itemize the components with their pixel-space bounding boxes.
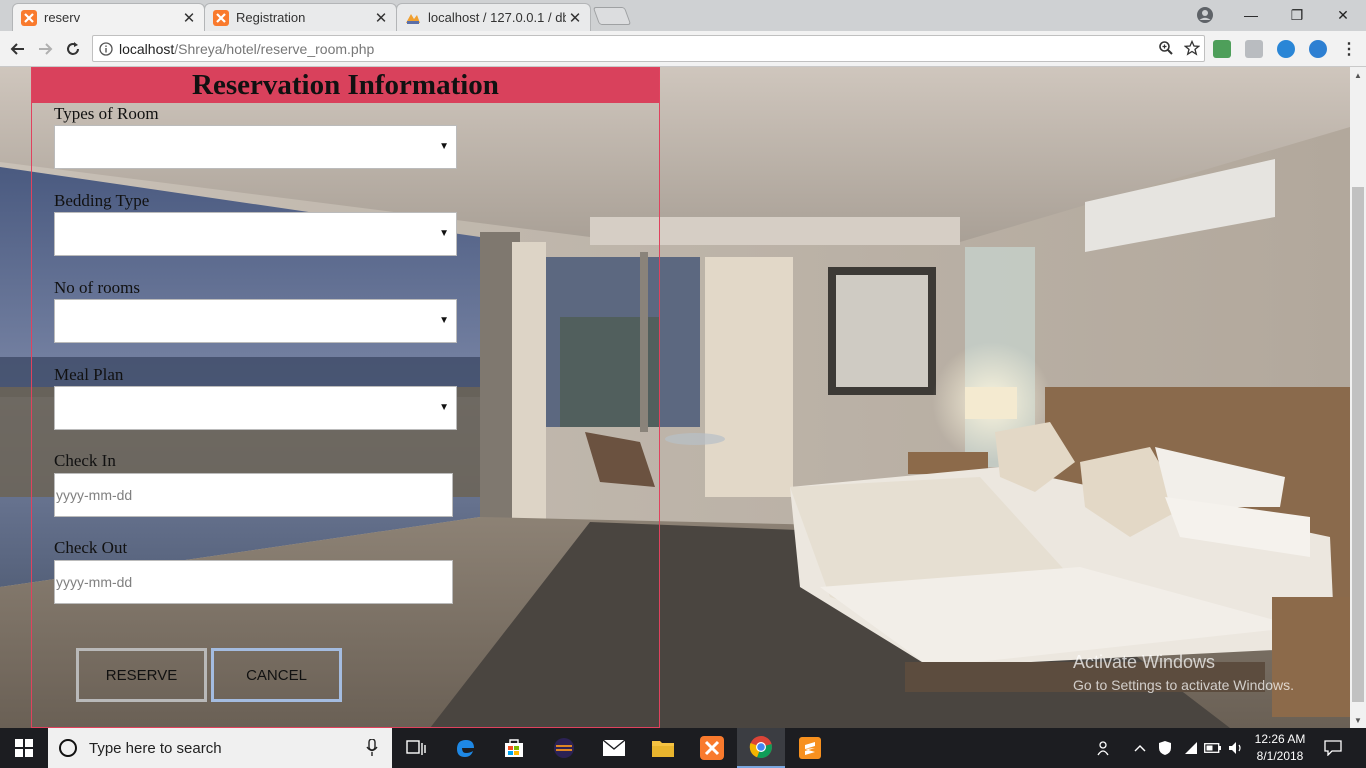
search-extension-icon[interactable] (1245, 40, 1263, 58)
cancel-button[interactable]: CANCEL (211, 648, 342, 702)
profile-icon[interactable] (1196, 6, 1214, 24)
reserve-button[interactable]: RESERVE (76, 648, 207, 702)
forward-button[interactable] (33, 37, 57, 61)
maximize-button[interactable]: ❐ (1274, 0, 1320, 30)
page-title: Reservation Information (32, 68, 659, 103)
room-type-select[interactable]: ▼ (54, 125, 457, 169)
close-window-button[interactable]: ✕ (1320, 0, 1366, 30)
vertical-scrollbar[interactable]: ▲ ▼ (1350, 67, 1366, 728)
dropdown-arrow-icon: ▼ (439, 228, 449, 239)
url-path: /Shreya/hotel/reserve_room.php (174, 40, 375, 57)
cortana-icon (59, 739, 77, 757)
task-view-icon[interactable] (392, 728, 440, 768)
windows-logo-icon (15, 739, 33, 757)
meal-plan-label: Meal Plan (54, 365, 124, 384)
check-in-label: Check In (54, 451, 116, 470)
back-arrow-icon (10, 43, 24, 55)
store-icon[interactable] (490, 728, 538, 768)
number-of-rooms-select[interactable]: ▼ (54, 299, 457, 343)
check-in-input[interactable] (54, 473, 453, 517)
security-shield-icon[interactable] (1155, 728, 1175, 768)
xampp-control-icon[interactable] (688, 728, 736, 768)
zoom-icon[interactable] (1158, 40, 1174, 56)
eclipse-icon[interactable] (540, 728, 588, 768)
dropdown-arrow-icon: ▼ (439, 402, 449, 413)
dropdown-arrow-icon: ▼ (439, 141, 449, 152)
new-tab-button[interactable] (592, 7, 632, 25)
tab-title: reserv (44, 10, 81, 25)
dropdown-arrow-icon: ▼ (439, 315, 449, 326)
address-bar[interactable]: localhost/Shreya/hotel/reserve_room.php (92, 35, 1205, 62)
chevron-up-icon[interactable] (1131, 728, 1149, 768)
tab-title: localhost / 127.0.0.1 / db (428, 10, 566, 25)
tab-registration[interactable]: Registration ✕ (204, 3, 397, 31)
clock-time: 12:26 AM (1254, 732, 1306, 746)
edge-browser-icon[interactable] (441, 728, 489, 768)
scroll-up-icon[interactable]: ▲ (1350, 67, 1366, 83)
forward-arrow-icon (39, 43, 53, 55)
tab-phpmyadmin[interactable]: localhost / 127.0.0.1 / db ✕ (396, 3, 591, 31)
check-out-input[interactable] (54, 560, 453, 604)
browser-toolbar: localhost/Shreya/hotel/reserve_room.php … (0, 31, 1366, 67)
tab-reserv[interactable]: reserv ✕ (12, 3, 205, 31)
number-of-rooms-label: No of rooms (54, 278, 140, 297)
system-clock[interactable]: 12:26 AM 8/1/2018 (1248, 731, 1312, 765)
reservation-form-panel: Reservation Information Types of Room ▼ … (31, 67, 660, 728)
volume-icon[interactable] (1226, 728, 1246, 768)
info-icon[interactable] (93, 41, 119, 56)
phpmyadmin-icon (405, 10, 421, 26)
page-viewport: Reservation Information Types of Room ▼ … (0, 67, 1350, 728)
chrome-icon[interactable] (737, 728, 785, 768)
notifications-icon[interactable] (1318, 728, 1348, 768)
bedding-type-label: Bedding Type (54, 191, 150, 210)
tab-strip: reserv ✕ Registration ✕ localhost / 127.… (0, 0, 1366, 31)
sublime-text-icon[interactable] (786, 728, 834, 768)
url-host: localhost (119, 40, 175, 57)
back-button[interactable] (6, 37, 30, 61)
clock-date: 8/1/2018 (1256, 749, 1304, 763)
meal-plan-select[interactable]: ▼ (54, 386, 457, 430)
tab-close-icon[interactable]: ✕ (180, 9, 198, 27)
bedding-type-select[interactable]: ▼ (54, 212, 457, 256)
minimize-button[interactable]: — (1228, 0, 1274, 30)
mail-icon[interactable] (590, 728, 638, 768)
room-type-label: Types of Room (54, 104, 159, 123)
wifi-icon[interactable] (1180, 728, 1200, 768)
battery-icon[interactable] (1203, 728, 1223, 768)
taskbar-search-box[interactable]: Type here to search (48, 728, 392, 768)
reload-button[interactable] (61, 37, 85, 61)
windows-taskbar: Type here to search 12:26 AM 8/1/2018 (0, 728, 1366, 768)
watermark-subtitle: Go to Settings to activate Windows. (1073, 677, 1294, 693)
activate-windows-watermark: Activate Windows Go to Settings to activ… (1073, 652, 1294, 693)
people-icon[interactable] (1094, 728, 1116, 768)
xampp-icon (213, 9, 229, 26)
tab-title: Registration (236, 10, 306, 25)
extension-icon[interactable] (1277, 40, 1295, 58)
watermark-title: Activate Windows (1073, 652, 1216, 672)
microphone-icon[interactable] (366, 739, 378, 757)
check-out-label: Check Out (54, 538, 128, 557)
extension-icon[interactable] (1309, 40, 1327, 58)
search-placeholder: Type here to search (89, 739, 222, 757)
menu-kebab-icon[interactable]: ⋮ (1337, 37, 1361, 61)
tab-close-icon[interactable]: ✕ (566, 9, 584, 27)
xampp-icon (21, 9, 37, 26)
scrollbar-thumb[interactable] (1352, 187, 1364, 702)
tab-close-icon[interactable]: ✕ (372, 9, 390, 27)
reload-icon (67, 42, 79, 55)
scroll-down-icon[interactable]: ▼ (1350, 712, 1366, 728)
file-explorer-icon[interactable] (639, 728, 687, 768)
extension-icon[interactable] (1213, 40, 1231, 58)
start-button[interactable] (0, 728, 48, 768)
bookmark-star-icon[interactable] (1184, 40, 1200, 56)
